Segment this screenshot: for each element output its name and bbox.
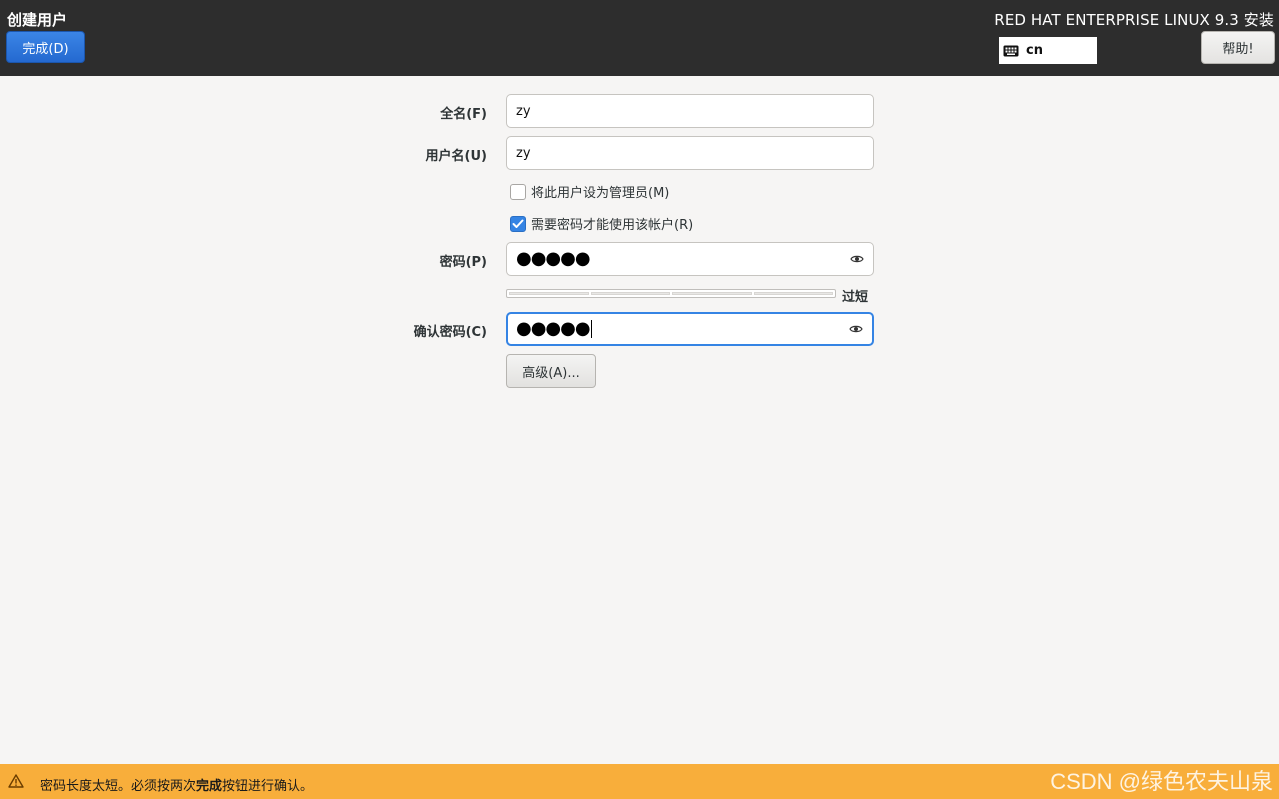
require-password-label: 需要密码才能使用该帐户(R) [531,218,694,233]
done-button[interactable]: 完成(D) [6,31,85,63]
product-title: RED HAT ENTERPRISE LINUX 9.3 安装 [994,11,1274,29]
page-title: 创建用户 [7,11,68,29]
require-password-checkbox-row[interactable]: 需要密码才能使用该帐户(R) [510,214,693,233]
warning-message: 密码长度太短。必须按两次完成按钮进行确认。 [40,775,313,794]
strength-segment [590,292,670,295]
password-strength-bar [506,289,836,298]
password-field[interactable]: ●●●●● [506,242,874,276]
admin-checkbox-label: 将此用户设为管理员(M) [531,186,670,201]
confirm-password-field[interactable]: ●●●●● [506,312,874,346]
advanced-button[interactable]: 高级(A)... [506,354,596,388]
strength-segment [672,292,752,295]
admin-checkbox[interactable] [510,183,526,200]
username-value: zy [516,145,531,161]
eye-icon[interactable] [850,253,864,265]
top-bar: 创建用户 完成(D) RED HAT ENTERPRISE LINUX 9.3 … [0,0,1279,76]
keyboard-icon [1003,45,1019,56]
checkmark-icon [512,219,524,228]
password-label: 密码(P) [439,255,487,270]
username-label: 用户名(U) [425,149,487,164]
warning-text-suffix: 按钮进行确认。 [222,779,314,794]
help-button[interactable]: 帮助! [1201,31,1275,64]
username-field[interactable]: zy [506,136,874,170]
fullname-field[interactable]: zy [506,94,874,128]
watermark: CSDN @绿色农夫山泉 [1050,769,1273,794]
fullname-value: zy [516,103,531,119]
admin-checkbox-row[interactable]: 将此用户设为管理员(M) [510,182,669,201]
text-caret [590,320,592,338]
warning-text-bold: 完成 [196,779,223,794]
password-mask: ●●●●● [516,248,591,269]
keyboard-layout-label: cn [1026,43,1043,58]
eye-icon[interactable] [849,323,863,335]
confirm-password-mask: ●●●●● [516,318,591,339]
keyboard-layout-indicator[interactable]: cn [999,37,1097,64]
require-password-checkbox[interactable] [510,215,526,232]
password-strength-text: 过短 [842,290,869,305]
warning-text-prefix: 密码长度太短。必须按两次 [40,779,197,794]
confirm-password-label: 确认密码(C) [413,325,487,340]
strength-segment [509,292,589,295]
warning-icon [8,774,24,788]
strength-segment [753,292,833,295]
fullname-label: 全名(F) [440,107,487,122]
